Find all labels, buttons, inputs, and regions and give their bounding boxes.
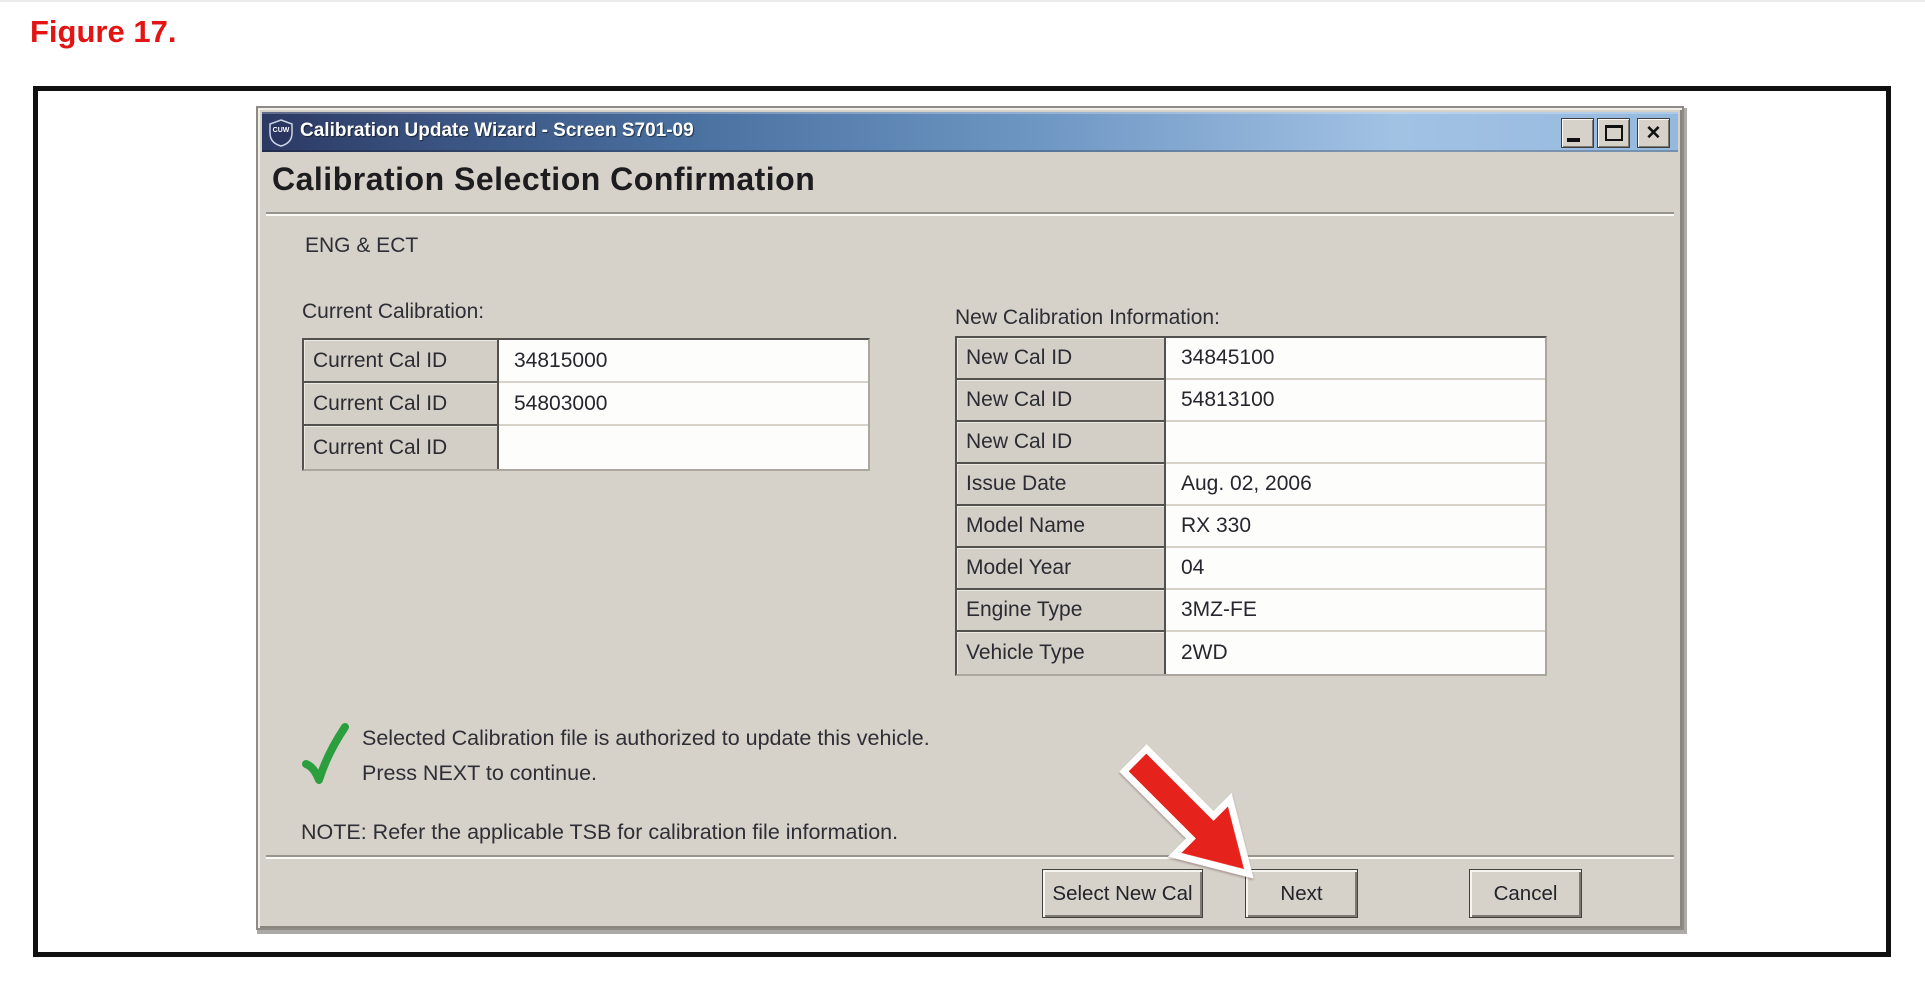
minimize-icon xyxy=(1567,138,1580,142)
maximize-icon xyxy=(1605,125,1623,141)
calibration-update-wizard-window: CUW Calibration Update Wizard - Screen S… xyxy=(256,106,1684,930)
row-value: 34845100 xyxy=(1166,338,1545,380)
select-new-cal-button[interactable]: Select New Cal xyxy=(1042,869,1203,918)
row-value: 04 xyxy=(1166,548,1545,590)
status-message-line1: Selected Calibration file is authorized … xyxy=(362,726,930,751)
svg-text:CUW: CUW xyxy=(273,127,290,134)
current-calibration-table: Current Cal ID 34815000 Current Cal ID 5… xyxy=(302,338,870,471)
current-calibration-title: Current Calibration: xyxy=(302,300,484,324)
row-value: 3MZ-FE xyxy=(1166,590,1545,632)
row-label: Current Cal ID xyxy=(304,340,499,383)
new-calibration-table: New Cal ID 34845100 New Cal ID 54813100 … xyxy=(955,336,1547,676)
window-controls: ✕ xyxy=(1561,118,1670,148)
table-row: New Cal ID 54813100 xyxy=(957,380,1545,422)
note-text: NOTE: Refer the applicable TSB for calib… xyxy=(301,820,898,845)
new-calibration-title: New Calibration Information: xyxy=(955,306,1220,330)
table-row: Vehicle Type 2WD xyxy=(957,632,1545,674)
status-message-line2: Press NEXT to continue. xyxy=(362,761,597,786)
system-label: ENG & ECT xyxy=(305,234,418,258)
row-value xyxy=(1166,422,1545,464)
row-value xyxy=(499,426,868,469)
window-title: Calibration Update Wizard - Screen S701-… xyxy=(300,120,694,142)
row-label: Current Cal ID xyxy=(304,383,499,426)
document-page: Figure 17. CUW Calibration Update Wizard… xyxy=(0,0,1925,996)
row-label: Model Year xyxy=(957,548,1166,590)
figure-caption: Figure 17. xyxy=(30,14,176,50)
heading-divider xyxy=(266,212,1674,216)
button-area-divider xyxy=(266,855,1674,859)
table-row: New Cal ID 34845100 xyxy=(957,338,1545,380)
cancel-button[interactable]: Cancel xyxy=(1469,869,1582,918)
close-icon: ✕ xyxy=(1646,124,1662,143)
check-icon xyxy=(298,720,350,794)
row-label: Issue Date xyxy=(957,464,1166,506)
minimize-button[interactable] xyxy=(1561,118,1594,148)
row-value: Aug. 02, 2006 xyxy=(1166,464,1545,506)
row-label: Vehicle Type xyxy=(957,632,1166,674)
table-row: Current Cal ID xyxy=(304,426,868,469)
table-row: New Cal ID xyxy=(957,422,1545,464)
next-button[interactable]: Next xyxy=(1245,869,1358,918)
table-row: Model Year 04 xyxy=(957,548,1545,590)
page-title: Calibration Selection Confirmation xyxy=(272,161,815,198)
row-label: New Cal ID xyxy=(957,422,1166,464)
table-row: Model Name RX 330 xyxy=(957,506,1545,548)
row-value: 34815000 xyxy=(499,340,868,383)
row-label: Engine Type xyxy=(957,590,1166,632)
row-value: 54803000 xyxy=(499,383,868,426)
row-value: RX 330 xyxy=(1166,506,1545,548)
row-label: New Cal ID xyxy=(957,380,1166,422)
table-row: Issue Date Aug. 02, 2006 xyxy=(957,464,1545,506)
table-row: Current Cal ID 34815000 xyxy=(304,340,868,383)
row-value: 2WD xyxy=(1166,632,1545,674)
row-label: New Cal ID xyxy=(957,338,1166,380)
page-top-rule xyxy=(0,0,1925,2)
maximize-button[interactable] xyxy=(1597,118,1630,148)
row-label: Current Cal ID xyxy=(304,426,499,469)
table-row: Current Cal ID 54803000 xyxy=(304,383,868,426)
window-titlebar[interactable]: CUW Calibration Update Wizard - Screen S… xyxy=(262,112,1678,152)
row-value: 54813100 xyxy=(1166,380,1545,422)
cuw-shield-icon: CUW xyxy=(269,119,293,147)
row-label: Model Name xyxy=(957,506,1166,548)
figure-border: CUW Calibration Update Wizard - Screen S… xyxy=(33,86,1891,957)
close-button[interactable]: ✕ xyxy=(1637,118,1670,148)
table-row: Engine Type 3MZ-FE xyxy=(957,590,1545,632)
